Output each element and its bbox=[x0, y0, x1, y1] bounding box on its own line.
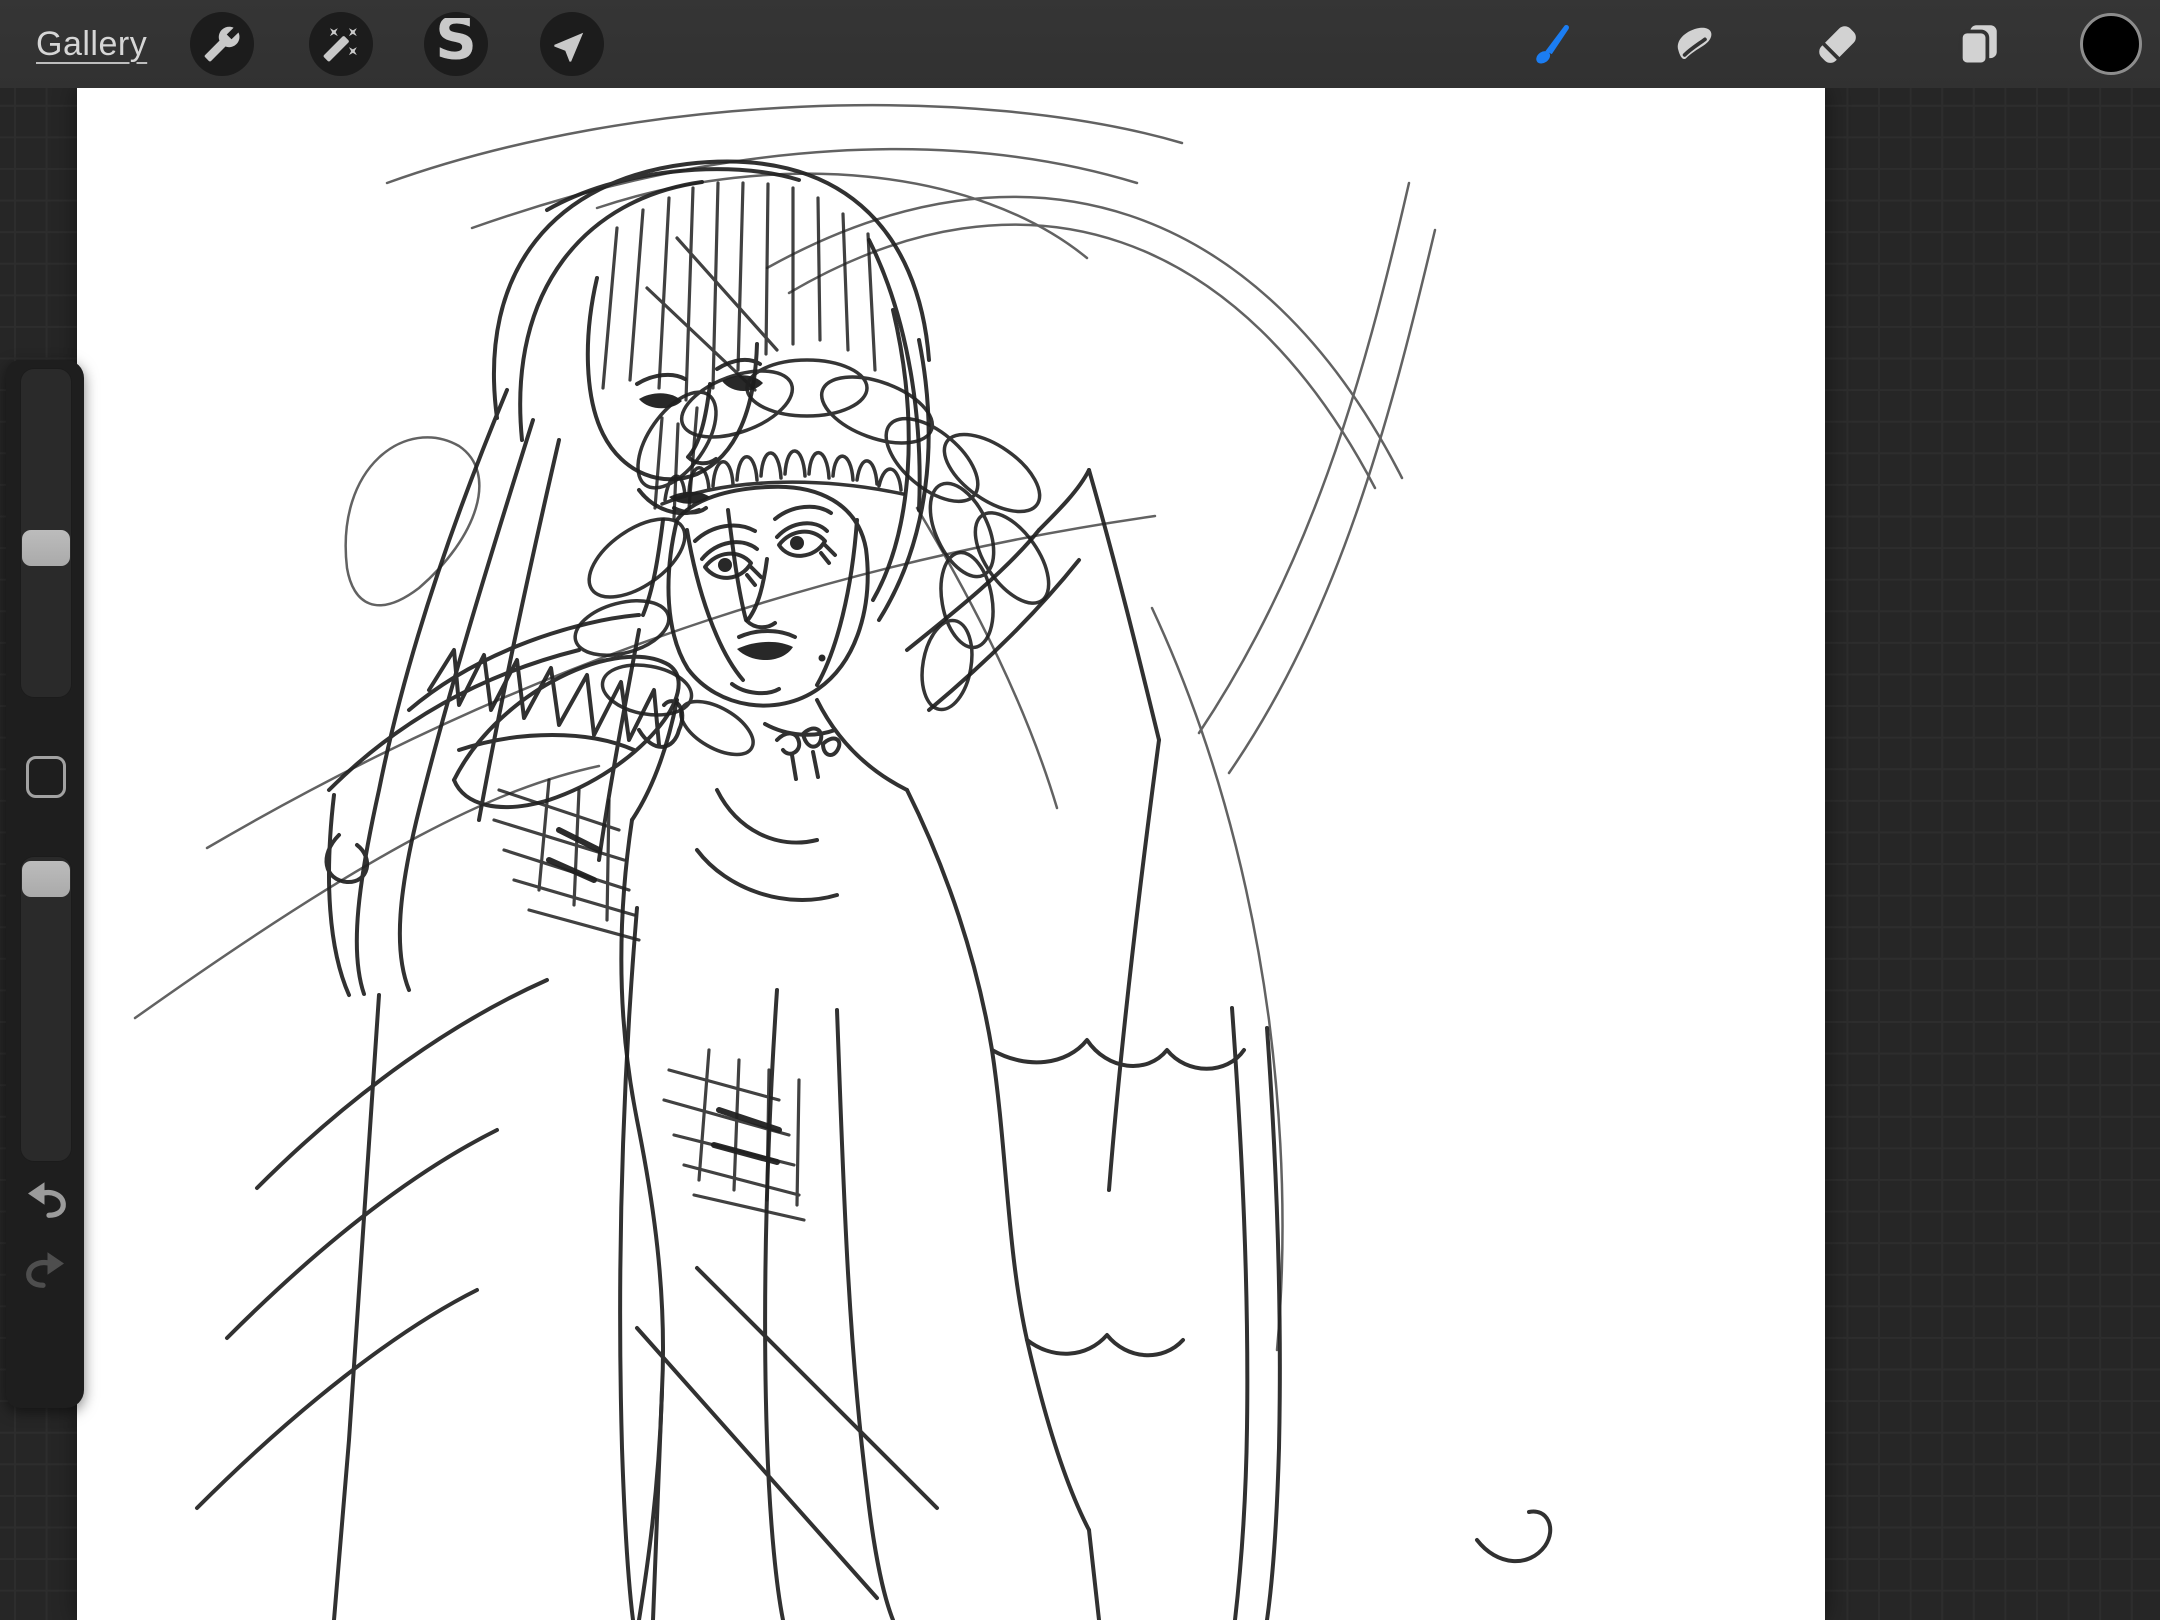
selection-button[interactable]: S bbox=[424, 12, 488, 76]
adjustments-button[interactable] bbox=[309, 12, 373, 76]
smudge-finger-icon bbox=[1669, 19, 1719, 69]
sketch-dark-accents bbox=[549, 830, 779, 1162]
erase-tool-button[interactable] bbox=[1805, 12, 1869, 76]
undo-button[interactable] bbox=[22, 1174, 70, 1222]
opacity-slider-handle[interactable] bbox=[22, 861, 70, 897]
procreate-app: Gallery S bbox=[0, 0, 2160, 1620]
sketch-drawing bbox=[77, 88, 1825, 1620]
redo-icon bbox=[22, 1280, 70, 1295]
svg-text:S: S bbox=[435, 18, 477, 70]
magic-wand-icon bbox=[322, 25, 360, 63]
transform-button[interactable] bbox=[540, 12, 604, 76]
selection-s-icon: S bbox=[434, 18, 478, 70]
eraser-icon bbox=[1812, 19, 1862, 69]
gallery-button[interactable]: Gallery bbox=[36, 0, 147, 88]
opacity-slider[interactable] bbox=[20, 856, 72, 1162]
redo-button[interactable] bbox=[22, 1244, 70, 1292]
layers-button[interactable] bbox=[1946, 12, 2010, 76]
sketch-left-figure bbox=[197, 162, 929, 1620]
modify-button[interactable] bbox=[26, 756, 66, 798]
color-swatch-circle[interactable] bbox=[2080, 13, 2142, 75]
undo-icon bbox=[22, 1210, 70, 1225]
smudge-tool-button[interactable] bbox=[1662, 12, 1726, 76]
layers-icon bbox=[1953, 19, 2003, 69]
paintbrush-icon bbox=[1526, 19, 1576, 69]
sketch-right-figure-crown-hair bbox=[569, 358, 1063, 765]
actions-button[interactable] bbox=[190, 12, 254, 76]
brush-size-slider-handle[interactable] bbox=[22, 530, 70, 566]
paint-tool-button[interactable] bbox=[1519, 12, 1583, 76]
toolbar: Gallery S bbox=[0, 0, 2160, 88]
transform-arrow-icon bbox=[553, 25, 591, 63]
wrench-icon bbox=[203, 25, 241, 63]
drawing-canvas[interactable] bbox=[77, 88, 1825, 1620]
sidebar-toolbar bbox=[6, 360, 84, 1408]
brush-size-slider[interactable] bbox=[20, 368, 72, 698]
